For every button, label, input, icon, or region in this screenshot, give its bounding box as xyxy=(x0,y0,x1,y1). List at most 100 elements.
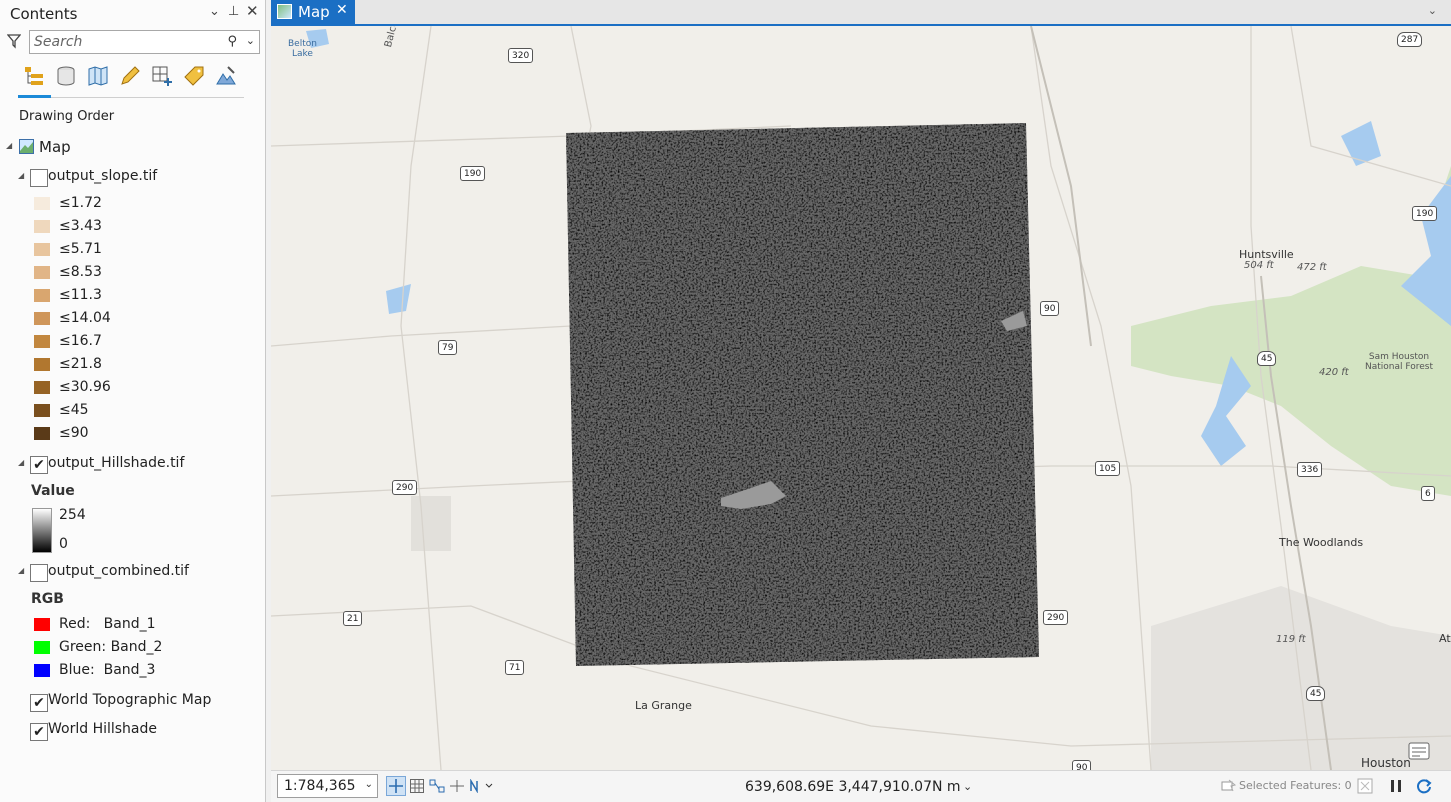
overview-icon[interactable] xyxy=(1408,742,1430,760)
search-icon[interactable]: ⚲ xyxy=(227,34,237,49)
map-label-the-woodlands: The Woodlands xyxy=(1279,536,1364,549)
map-node-label[interactable]: Map xyxy=(39,138,71,156)
contents-title: Contents xyxy=(10,5,78,23)
pause-drawing-icon[interactable] xyxy=(1388,778,1404,794)
chevron-down-icon[interactable]: ⌄ xyxy=(365,779,373,790)
highway-shield: 190 xyxy=(460,166,486,181)
blue-band-label: Blue: Band_3 xyxy=(59,662,156,678)
contents-toolbar xyxy=(18,62,244,98)
list-by-perspective-imagery-button[interactable] xyxy=(212,62,240,90)
slope-legend-label: ≤21.8 xyxy=(59,356,102,372)
coordinates-chevron-icon[interactable]: ⌄ xyxy=(963,780,972,793)
slope-legend-label: ≤16.7 xyxy=(59,333,102,349)
slope-legend-label: ≤11.3 xyxy=(59,287,102,303)
highway-shield: 45 xyxy=(1306,686,1326,701)
navigation-grid-icon xyxy=(389,779,403,793)
slope-legend-swatch xyxy=(34,427,50,440)
blue-band-swatch xyxy=(34,664,50,677)
list-by-editing-button[interactable] xyxy=(116,62,144,90)
grid-toggle-button[interactable] xyxy=(407,776,427,796)
drawing-order-icon xyxy=(25,67,43,85)
map-label-houston: Houston xyxy=(1361,756,1411,770)
grid-navigation-button[interactable] xyxy=(386,776,406,796)
highway-shield: 320 xyxy=(508,48,534,63)
collapse-triangle-icon[interactable]: ◢ xyxy=(6,141,12,150)
world-hillshade-visibility-checkbox[interactable]: ✔ xyxy=(30,723,48,741)
layer-name-topo[interactable]: World Topographic Map xyxy=(48,692,211,708)
highway-shield: 105 xyxy=(1095,461,1121,476)
imagery-icon xyxy=(216,66,236,85)
label-tag-icon xyxy=(184,66,204,86)
active-tab-underline xyxy=(18,95,51,98)
elevation-label: 420 ft xyxy=(1319,367,1349,378)
highway-shield: 79 xyxy=(438,340,458,355)
slope-visibility-checkbox[interactable] xyxy=(30,169,48,187)
highway-shield: 90 xyxy=(1040,301,1060,316)
clear-selection-icon[interactable] xyxy=(1357,778,1373,794)
highway-shield: 190 xyxy=(1412,206,1438,221)
close-pane-icon[interactable]: ✕ xyxy=(246,2,259,20)
elevation-label: 472 ft xyxy=(1297,262,1327,273)
slope-legend-label: ≤30.96 xyxy=(59,379,111,395)
topo-visibility-checkbox[interactable]: ✔ xyxy=(30,694,48,712)
pane-options-chevron-icon[interactable]: ⌄ xyxy=(209,4,220,19)
pin-icon[interactable]: ⊥ xyxy=(228,4,239,19)
highway-shield: 71 xyxy=(505,660,525,675)
red-band-swatch xyxy=(34,618,50,631)
pencil-icon xyxy=(121,66,140,85)
slope-legend-swatch xyxy=(34,312,50,325)
map-label-sam-houston: Sam Houston National Forest xyxy=(1365,352,1433,372)
list-by-selection-button[interactable] xyxy=(84,62,112,90)
constraint-icon xyxy=(450,780,464,792)
hillshade-color-ramp xyxy=(32,508,52,553)
list-by-source-button[interactable] xyxy=(52,62,80,90)
layer-name-hillshade[interactable]: output_Hillshade.tif xyxy=(48,455,184,471)
slope-legend-label: ≤14.04 xyxy=(59,310,111,326)
snapping-toggle-button[interactable] xyxy=(427,776,447,796)
search-dropdown-icon[interactable]: ⌄ xyxy=(246,34,255,47)
highway-shield: 21 xyxy=(343,611,363,626)
slope-legend-swatch xyxy=(34,289,50,302)
tab-list-chevron-icon[interactable]: ⌄ xyxy=(1428,4,1437,17)
scale-value: 1:784,365 xyxy=(284,778,356,794)
list-by-snapping-button[interactable] xyxy=(148,62,176,90)
north-arrow-icon xyxy=(470,779,493,793)
slope-legend-label: ≤1.72 xyxy=(59,195,102,211)
highway-shield: 336 xyxy=(1297,462,1323,477)
search-input[interactable] xyxy=(30,31,220,53)
slope-legend-label: ≤5.71 xyxy=(59,241,102,257)
hillshade-legend-title: Value xyxy=(31,483,75,499)
layer-name-combined[interactable]: output_combined.tif xyxy=(48,563,189,579)
slope-legend-swatch xyxy=(34,266,50,279)
list-by-drawing-order-button[interactable] xyxy=(20,62,48,90)
combined-visibility-checkbox[interactable] xyxy=(30,564,48,582)
map-selection-icon xyxy=(88,66,108,86)
filter-icon[interactable] xyxy=(7,33,21,49)
map-label-belton-lake: Belton Lake xyxy=(288,39,317,59)
map-label-ata: Ata xyxy=(1439,632,1451,645)
scale-selector[interactable]: 1:784,365 ⌄ xyxy=(277,774,378,798)
layer-name-slope[interactable]: output_slope.tif xyxy=(48,168,157,184)
database-icon xyxy=(57,66,75,86)
slope-legend-swatch xyxy=(34,243,50,256)
hillshade-visibility-checkbox[interactable]: ✔ xyxy=(30,456,48,474)
highway-shield: 6 xyxy=(1421,486,1435,501)
collapse-triangle-icon[interactable]: ◢ xyxy=(18,566,24,575)
constraints-button[interactable] xyxy=(447,776,467,796)
north-arrow-dropdown[interactable] xyxy=(467,776,495,796)
slope-legend-swatch xyxy=(34,404,50,417)
layer-name-world-hillshade[interactable]: World Hillshade xyxy=(48,721,157,737)
highway-shield: 287 xyxy=(1397,32,1423,47)
slope-legend-label: ≤8.53 xyxy=(59,264,102,280)
map-label-la-grange: La Grange xyxy=(635,699,692,712)
hillshade-raster xyxy=(566,123,1039,666)
tab-map[interactable]: Map ✕ xyxy=(271,0,355,25)
map-view[interactable]: Belton Lake Balcones Escarp Huntsville S… xyxy=(271,26,1451,770)
collapse-triangle-icon[interactable]: ◢ xyxy=(18,458,24,467)
list-by-labeling-button[interactable] xyxy=(180,62,208,90)
collapse-triangle-icon[interactable]: ◢ xyxy=(18,171,24,180)
close-tab-icon[interactable]: ✕ xyxy=(336,2,348,18)
slope-legend-swatch xyxy=(34,197,50,210)
refresh-icon[interactable] xyxy=(1415,777,1433,795)
search-box[interactable]: ⚲ ⌄ xyxy=(29,30,260,54)
